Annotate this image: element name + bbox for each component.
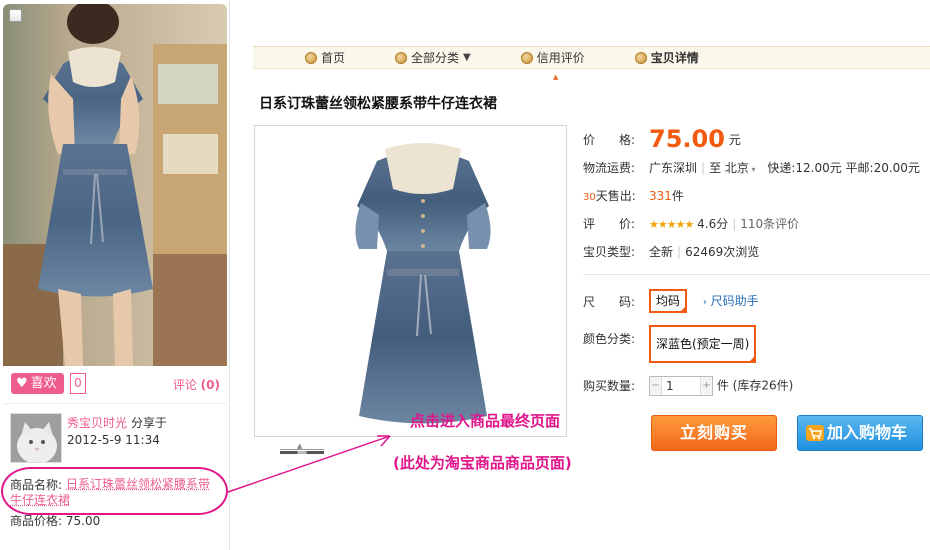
product-price-value: 75.00	[65, 514, 101, 528]
separator: |	[732, 217, 737, 231]
product-photo[interactable]	[3, 4, 227, 366]
size-helper-link[interactable]: › 尺码助手	[703, 294, 759, 308]
separator: |	[701, 161, 706, 175]
sold-unit: 件	[671, 189, 684, 203]
ship-to-prefix: 至	[709, 161, 722, 175]
decrement-button[interactable]: −	[650, 377, 661, 395]
avatar[interactable]	[10, 413, 62, 463]
size-helper-label: 尺码助手	[710, 294, 759, 308]
nav-home-label: 首页	[321, 51, 346, 65]
category-icon	[395, 51, 408, 64]
price-unit: 元	[728, 133, 741, 147]
main-photo-frame	[254, 125, 567, 437]
add-cart-label: 加入购物车	[827, 423, 908, 442]
quantity-row: 购买数量: −1 + 件 (库存26件)	[583, 376, 793, 396]
size-row: 尺 码: 均码 › 尺码助手	[583, 289, 759, 313]
nav-ratings-label: 信用评价	[536, 51, 585, 65]
sales-label-group: 30天售出:	[583, 187, 649, 204]
nav-ratings[interactable]: 信用评价	[520, 49, 585, 66]
sales-row: 30天售出: 331件	[583, 187, 684, 204]
sharer-info: 秀宝贝时光 分享于 2012-5-9 11:34	[10, 413, 222, 465]
item-title: 日系订珠蕾丝领松紧腰系带牛仔连衣裙	[259, 96, 497, 112]
nav-categories-label: 全部分类	[411, 51, 460, 65]
color-option[interactable]: 深蓝色(预定一周)	[649, 325, 757, 363]
active-tab-caret-icon: ▲	[553, 73, 559, 81]
shipping-label: 物流运费:	[583, 161, 636, 175]
nav-all-categories[interactable]: 全部分类 ▼	[395, 49, 471, 66]
add-to-cart-button[interactable]: 加入购物车	[797, 415, 923, 451]
sold-label: 天售出:	[595, 189, 636, 203]
like-label: 喜欢	[30, 376, 57, 391]
comment-label: 评论	[172, 378, 197, 392]
ship-from: 广东深圳	[649, 161, 698, 175]
quantity-input[interactable]: 1	[661, 377, 701, 395]
buy-now-button[interactable]: 立刻购买	[651, 415, 777, 451]
annotation-line-2: (此处为淘宝商品商品页面)	[393, 454, 572, 472]
nav-home[interactable]: 首页	[305, 49, 345, 66]
ship-to-value: 北京	[724, 161, 749, 175]
product-price-label: 商品价格:	[10, 514, 63, 528]
sharer-name[interactable]: 秀宝贝时光	[67, 414, 127, 431]
stock-text: 件 (库存26件)	[716, 378, 794, 393]
view-count: 62469次浏览	[685, 245, 760, 259]
chevron-down-icon: ▼	[463, 52, 471, 63]
review-count-link[interactable]: 110条评价	[740, 217, 799, 231]
dress-main-image	[337, 131, 509, 433]
dress-model-image	[3, 4, 227, 366]
rating-score: 4.6分	[697, 217, 729, 231]
color-row: 颜色分类: 深蓝色(预定一周)	[583, 325, 757, 363]
ship-to-select[interactable]: 北京 ▾	[725, 161, 756, 175]
rating-icon	[520, 51, 533, 64]
thumbnail-caret-icon: ▲	[297, 442, 303, 450]
price-value: 75.00	[649, 125, 725, 153]
heart-icon: ♥	[16, 376, 28, 391]
highlight-ellipse	[1, 467, 228, 515]
card-actions: ♥ 喜欢 0 评论 (0)	[3, 366, 227, 404]
rating-stars-icon: ★★★★★	[649, 218, 694, 231]
share-card: ♥ 喜欢 0 评论 (0) 秀宝贝时光 分享于 2012-5-9 11:34 商…	[0, 0, 230, 550]
divider	[583, 274, 930, 275]
price-label: 价 格:	[583, 133, 636, 147]
comment-link[interactable]: 评论 (0)	[173, 376, 220, 393]
select-checkbox[interactable]	[9, 9, 22, 22]
home-icon	[305, 51, 317, 64]
sharer-action: 分享于	[131, 416, 168, 430]
quantity-stepper: −1 +	[649, 376, 713, 396]
separator: |	[677, 245, 682, 259]
sold-days: 30	[583, 192, 596, 203]
rating-label: 评 价:	[583, 217, 636, 231]
type-value: 全新	[649, 245, 674, 259]
detail-icon	[634, 51, 647, 64]
shipping-row: 物流运费: 广东深圳 | 至 北京 ▾ 快递:12.00元 平邮:20.00元	[583, 159, 920, 176]
like-button[interactable]: ♥ 喜欢	[11, 373, 64, 394]
chevron-down-icon: ▾	[748, 165, 756, 174]
increment-button[interactable]: +	[701, 377, 712, 395]
comment-count: (0)	[200, 378, 220, 392]
size-label: 尺 码:	[583, 295, 636, 309]
main-photo[interactable]	[337, 131, 509, 433]
express-fee: 快递:12.00元	[767, 161, 842, 175]
type-row: 宝贝类型: 全新 | 62469次浏览	[583, 243, 759, 260]
surface-mail-fee: 平邮:20.00元	[845, 161, 920, 175]
chevron-right-icon: ›	[702, 297, 707, 308]
cat-avatar-image	[11, 414, 61, 462]
nav-item-details[interactable]: 宝贝详情	[634, 49, 699, 66]
sold-count: 331	[649, 189, 672, 203]
share-time: 2012-5-9 11:34	[67, 433, 160, 447]
size-option[interactable]: 均码	[649, 289, 688, 313]
annotation-line-1: 点击进入商品最终页面	[410, 412, 561, 430]
like-count: 0	[70, 373, 86, 394]
qty-label: 购买数量:	[583, 378, 636, 393]
type-label: 宝贝类型:	[583, 245, 636, 259]
shop-nav: 首页 全部分类 ▼ 信用评价 宝贝详情	[253, 46, 930, 69]
cart-icon	[806, 425, 824, 441]
color-label: 颜色分类:	[583, 332, 636, 346]
price-row: 价 格: 75.00 元	[583, 125, 741, 153]
rating-row: 评 价: ★★★★★ 4.6分 | 110条评价	[583, 215, 799, 232]
nav-details-label: 宝贝详情	[650, 51, 699, 65]
